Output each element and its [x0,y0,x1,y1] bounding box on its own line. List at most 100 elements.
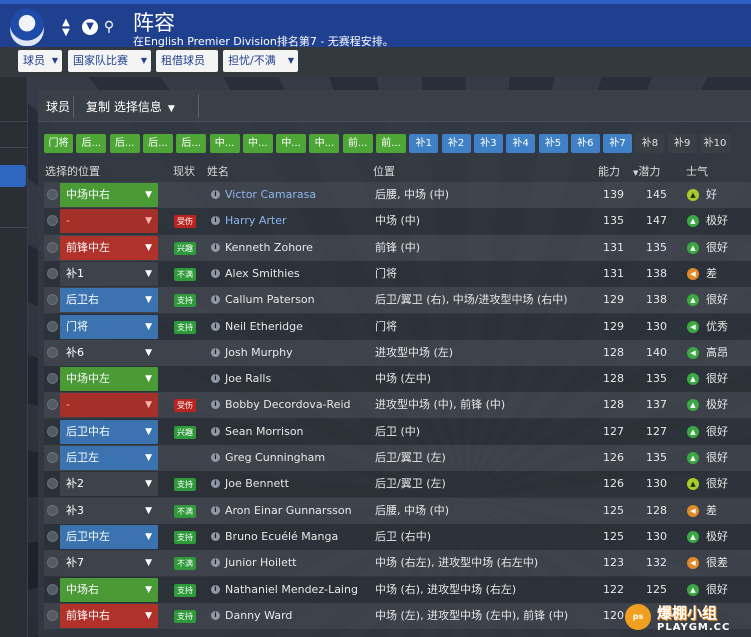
column-header-morale[interactable]: 士气 [686,163,708,179]
selected-position-dropdown[interactable]: 中场中左 ▼ [60,367,158,392]
selected-position-dropdown[interactable]: 补3 ▼ [60,498,158,523]
info-icon[interactable]: i [211,610,220,620]
column-header-potential[interactable]: ▼潜力 [633,163,660,179]
position-filter-button[interactable]: 后... [109,134,140,153]
players-menu-button[interactable]: 球员 ▼ [18,50,62,72]
table-row[interactable]: 门将 ▼ 支持 i Neil Etheridge 门将 129 130 ◀ 优秀 [44,313,751,340]
selected-position-dropdown[interactable]: 后卫左 ▼ [60,446,158,470]
sidebar-item-selected[interactable] [0,165,26,187]
row-checkbox[interactable] [47,294,58,306]
chevron-down-icon[interactable]: ▼ [82,19,98,35]
position-filter-button[interactable]: 后... [76,134,107,153]
tab-players[interactable]: 球员 [43,96,75,118]
row-checkbox[interactable] [47,452,58,463]
table-row[interactable]: 后卫右 ▼ 支持 i Callum Paterson 后卫/翼卫 (右), 中场/进攻型中… [44,287,751,314]
table-row[interactable]: 后卫左 ▼ i Greg Cunningham 后卫/翼卫 (左) 126 135 ▲ 很好 [44,445,751,471]
info-icon[interactable]: i [211,190,220,199]
row-checkbox[interactable] [47,425,58,437]
table-row[interactable]: 补6 ▼ i Josh Murphy 进攻型中场 (左) 128 140 ◀ 高昂 [44,339,751,366]
position-filter-button[interactable]: 补3 [473,134,503,153]
info-icon[interactable]: i [211,400,220,410]
selected-position-dropdown[interactable]: 前锋中右 ▼ [60,603,158,628]
info-icon[interactable]: i [211,558,220,568]
row-checkbox[interactable] [47,504,58,516]
player-name[interactable]: Nathaniel Mendez-Laing [225,577,358,603]
position-filter-button[interactable]: 补6 [570,134,600,153]
table-row[interactable]: 中场中右 ▼ i Victor Camarasa 后腰, 中场 (中) 139 145 ▲ 好 [44,182,751,208]
table-row[interactable]: - ▼ 受伤 i Bobby Decordova-Reid 进攻型中场 (中), 前锋 (… [44,392,751,419]
position-filter-button[interactable]: 补4 [506,134,536,153]
table-row[interactable]: 前锋中左 ▼ 兴趣 i Kenneth Zohore 前锋 (中) 131 135 ▲ 很好 [44,234,751,261]
player-name[interactable]: Callum Paterson [225,287,315,313]
table-row[interactable]: 中场右 ▼ 支持 i Nathaniel Mendez-Laing 中场 (右), 进攻型… [44,576,751,603]
selected-position-dropdown[interactable]: 补6 ▼ [60,340,158,365]
info-icon[interactable]: i [211,268,220,278]
club-crest-icon[interactable] [10,8,44,46]
selected-position-dropdown[interactable]: 后卫右 ▼ [60,288,158,313]
info-icon[interactable]: i [211,505,220,515]
row-checkbox[interactable] [47,583,58,595]
info-icon[interactable]: i [211,426,220,436]
row-checkbox[interactable] [47,609,58,621]
position-filter-button[interactable]: 中... [276,134,307,153]
table-row[interactable]: 中场中左 ▼ i Joe Ralls 中场 (左中) 128 135 ▲ 很好 [44,366,751,393]
player-name[interactable]: Sean Morrison [225,419,304,445]
info-icon[interactable]: i [211,453,220,462]
concerns-menu-button[interactable]: 担忧/不满 ▼ [223,50,298,72]
info-icon[interactable]: i [211,295,220,305]
selected-position-dropdown[interactable]: - ▼ [60,393,158,418]
column-header-name[interactable]: 姓名 [207,163,229,179]
selected-position-dropdown[interactable]: 补1 ▼ [60,261,158,286]
position-filter-button[interactable]: 补10 [700,134,730,153]
player-name[interactable]: Greg Cunningham [225,445,325,471]
info-icon[interactable]: i [211,584,220,594]
position-filter-button[interactable]: 前... [376,134,406,153]
position-filter-button[interactable]: 后... [142,134,173,153]
player-name[interactable]: Kenneth Zohore [225,235,313,261]
info-icon[interactable]: i [211,347,220,357]
row-checkbox[interactable] [47,241,58,253]
selected-position-dropdown[interactable]: 门将 ▼ [60,314,158,339]
selected-position-dropdown[interactable]: - ▼ [60,209,158,234]
position-filter-button[interactable]: 中... [242,134,273,153]
info-icon[interactable]: i [211,216,220,226]
table-row[interactable]: 补2 ▼ 支持 i Joe Bennett 后卫/翼卫 (左) 126 130 ▲ 很好 [44,471,751,498]
selected-position-dropdown[interactable]: 中场中右 ▼ [60,183,158,207]
player-name[interactable]: Aron Einar Gunnarsson [225,498,352,524]
position-filter-button[interactable]: 补5 [538,134,568,153]
position-filter-button[interactable]: 补7 [603,134,633,153]
column-header-position[interactable]: 位置 [373,163,395,179]
player-name[interactable]: Bruno Ecuélé Manga [225,524,338,550]
player-name[interactable]: Joe Ralls [225,366,271,392]
player-name[interactable]: Joe Bennett [225,471,289,497]
loan-players-button[interactable]: 租借球员 [156,50,218,72]
column-header-selected-position[interactable]: 选择的位置 [45,163,100,179]
info-icon[interactable]: i [211,531,220,541]
info-icon[interactable]: i [211,479,220,489]
row-checkbox[interactable] [47,530,58,542]
position-filter-button[interactable]: 后... [176,134,207,153]
info-icon[interactable]: i [211,374,220,384]
position-filter-button[interactable]: 中... [209,134,240,153]
search-icon[interactable]: ⚲ [100,18,118,36]
column-header-ability[interactable]: 能力 [598,163,620,179]
player-name[interactable]: Alex Smithies [225,261,300,287]
position-filter-button[interactable]: 补2 [441,134,471,153]
copy-selection-dropdown[interactable]: 复制 选择信息 ▼ [86,96,175,118]
selected-position-dropdown[interactable]: 中场右 ▼ [60,577,158,602]
row-checkbox[interactable] [47,346,58,358]
row-checkbox[interactable] [47,267,58,279]
national-team-menu-button[interactable]: 国家队比赛 ▼ [68,50,151,72]
player-name[interactable]: Neil Etheridge [225,314,303,340]
table-row[interactable]: - ▼ 受伤 i Harry Arter 中场 (中) 135 147 ▲ 极好 [44,208,751,235]
selected-position-dropdown[interactable]: 补7 ▼ [60,551,158,576]
position-filter-button[interactable]: 门将 [44,134,73,153]
column-header-status[interactable]: 现状 [173,163,195,179]
table-row[interactable]: 补1 ▼ 不满 i Alex Smithies 门将 131 138 ◀ 差 [44,260,751,287]
table-row[interactable]: 补3 ▼ 不满 i Aron Einar Gunnarsson 后腰, 中场 (中) 125… [44,497,751,524]
row-checkbox[interactable] [47,557,58,569]
up-down-arrows-icon[interactable]: ▲ ▼ [60,18,72,40]
row-checkbox[interactable] [47,215,58,227]
position-filter-button[interactable]: 中... [309,134,340,153]
position-filter-button[interactable]: 前... [342,134,373,153]
